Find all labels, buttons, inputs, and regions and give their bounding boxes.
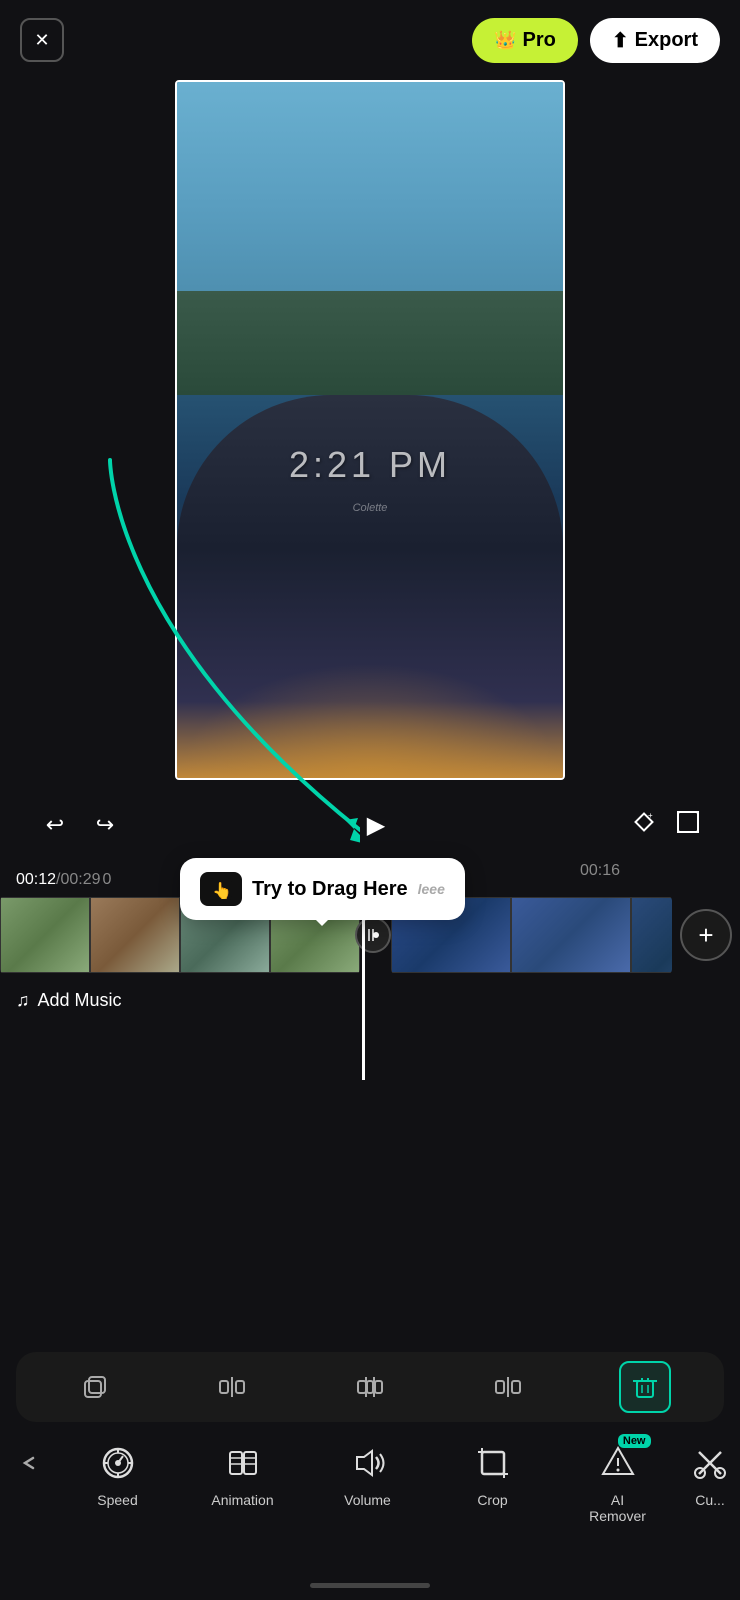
edit-toolbar <box>16 1352 724 1422</box>
tab-cut[interactable]: Cu... <box>680 1440 740 1508</box>
time-total: 00:29 <box>61 871 101 889</box>
add-music-label: Add Music <box>38 990 122 1011</box>
drag-hand-icon: 👆 <box>200 872 242 906</box>
chevron-icon[interactable] <box>5 1440 51 1486</box>
thumbnail-2 <box>90 897 180 973</box>
bottom-tabs: Speed Animation Volume <box>0 1430 740 1560</box>
drag-tooltip-text: Try to Drag Here <box>252 878 408 901</box>
thumbnail-1 <box>0 897 90 973</box>
tab-animation[interactable]: Animation <box>180 1440 305 1508</box>
svg-text:👆: 👆 <box>212 881 232 900</box>
drag-tooltip: 👆 Try to Drag Here leee <box>180 858 465 920</box>
crop-icon <box>470 1440 516 1486</box>
thumbnail-blue-2 <box>511 897 631 973</box>
speed-icon <box>95 1440 141 1486</box>
drag-scribble: leee <box>418 881 445 897</box>
ai-remover-icon-wrapper: New <box>595 1440 641 1486</box>
tab-chevron[interactable] <box>0 1440 55 1486</box>
split-center-button[interactable] <box>344 1361 396 1413</box>
top-bar: ✕ 👑 Pro ⬆ Export <box>0 0 740 80</box>
cut-icon <box>687 1440 733 1486</box>
add-clip-button[interactable]: + <box>680 909 732 961</box>
crown-icon: 👑 <box>494 30 516 51</box>
keyframe-button[interactable]: + <box>622 803 666 847</box>
new-badge: New <box>618 1434 651 1448</box>
tab-ai-remover[interactable]: New AIRemover <box>555 1440 680 1524</box>
tab-ai-remover-label: AIRemover <box>589 1492 646 1524</box>
top-right-buttons: 👑 Pro ⬆ Export <box>472 18 720 63</box>
time-current: 00:12 <box>16 871 56 889</box>
split-left-button[interactable] <box>206 1361 258 1413</box>
close-icon: ✕ <box>34 30 49 51</box>
tab-volume-label: Volume <box>344 1492 391 1508</box>
tab-crop[interactable]: Crop <box>430 1440 555 1508</box>
undo-icon: ↩ <box>46 812 64 838</box>
tab-crop-label: Crop <box>477 1492 507 1508</box>
sky-layer <box>177 82 563 326</box>
split-icon[interactable] <box>355 917 391 953</box>
timeline-marker-right: 00:16 <box>580 862 620 880</box>
add-icon: + <box>698 920 713 951</box>
svg-text:+: + <box>648 811 653 820</box>
export-button[interactable]: ⬆ Export <box>590 18 720 63</box>
ai-remover-icon: New <box>595 1440 641 1486</box>
volume-icon <box>345 1440 391 1486</box>
close-button[interactable]: ✕ <box>20 18 64 62</box>
time-extra: 0 <box>103 871 112 889</box>
tab-volume[interactable]: Volume <box>305 1440 430 1508</box>
duplicate-button[interactable] <box>69 1361 121 1413</box>
pro-label: Pro <box>523 29 556 52</box>
teal-arrow <box>90 430 360 855</box>
thumbnail-blue-3 <box>631 897 672 973</box>
export-label: Export <box>635 29 698 52</box>
tab-speed-label: Speed <box>97 1492 137 1508</box>
animation-icon <box>220 1440 266 1486</box>
bottom-scroll-indicator <box>310 1583 430 1588</box>
fullscreen-button[interactable] <box>666 803 710 847</box>
pro-button[interactable]: 👑 Pro <box>472 18 578 63</box>
add-music-row[interactable]: ♫ Add Music <box>0 990 138 1011</box>
music-icon: ♫ <box>16 990 30 1011</box>
upload-icon: ⬆ <box>612 28 629 53</box>
delete-button[interactable] <box>619 1361 671 1413</box>
tab-speed[interactable]: Speed <box>55 1440 180 1508</box>
keyframe-icon: + <box>630 808 658 842</box>
fullscreen-icon <box>675 809 701 841</box>
road-layer <box>177 291 563 395</box>
undo-button[interactable]: ↩ <box>30 800 80 850</box>
split-right-button[interactable] <box>482 1361 534 1413</box>
tab-animation-label: Animation <box>211 1492 273 1508</box>
play-icon: ▶ <box>367 811 385 840</box>
tab-cut-label: Cu... <box>695 1492 725 1508</box>
